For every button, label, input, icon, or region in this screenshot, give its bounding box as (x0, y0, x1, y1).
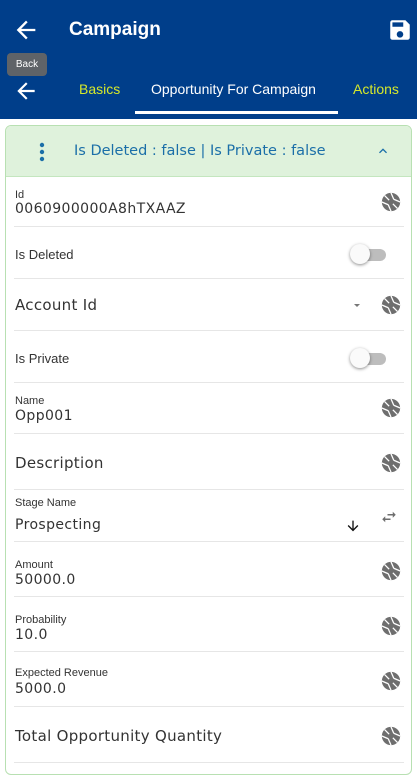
field-name-label: Name (15, 395, 45, 407)
is-private-toggle[interactable] (350, 347, 390, 369)
more-vert-icon[interactable] (38, 142, 46, 162)
field-is-deleted: Is Deleted (14, 227, 404, 279)
field-stage-name[interactable]: Stage Name Prospecting (14, 490, 404, 542)
tab-actions[interactable]: Actions (353, 81, 399, 97)
arrow-down-icon[interactable] (345, 518, 361, 534)
chevron-up-icon[interactable] (374, 143, 392, 159)
back-tooltip: Back (7, 53, 47, 76)
aperture-icon[interactable] (380, 397, 402, 419)
caret-down-icon[interactable] (352, 303, 362, 309)
tab-bar: Basics Opportunity For Campaign Actions (0, 62, 417, 119)
field-stage-name-label: Stage Name (15, 497, 77, 509)
aperture-icon[interactable] (380, 670, 402, 692)
field-name-value: Opp001 (15, 408, 73, 424)
field-id[interactable]: Id 0060900000A8hTXAAZ (14, 178, 404, 227)
field-stage-name-value: Prospecting (15, 517, 102, 533)
card-header[interactable]: Is Deleted : false | Is Private : false (6, 126, 411, 177)
aperture-icon[interactable] (380, 452, 402, 474)
toggle-knob (350, 244, 370, 264)
field-total-opportunity-quantity-label: Total Opportunity Quantity (15, 727, 223, 745)
field-is-private: Is Private (14, 331, 404, 383)
field-account-id[interactable]: Account Id (14, 279, 404, 331)
field-is-private-label: Is Private (15, 351, 70, 366)
tab-opportunity-for-campaign[interactable]: Opportunity For Campaign (151, 81, 316, 97)
aperture-icon[interactable] (380, 191, 402, 213)
toggle-knob (350, 348, 370, 368)
aperture-icon[interactable] (380, 725, 402, 747)
field-probability-value: 10.0 (15, 627, 48, 643)
field-probability[interactable]: Probability 10.0 (14, 597, 404, 652)
active-tab-indicator (135, 111, 338, 114)
field-amount-label: Amount (15, 559, 53, 571)
save-icon[interactable] (387, 17, 413, 43)
field-amount[interactable]: Amount 50000.0 (14, 542, 404, 597)
field-description[interactable]: Description (14, 434, 404, 490)
field-account-id-label: Account Id (15, 296, 98, 314)
field-is-deleted-label: Is Deleted (15, 247, 74, 262)
back-arrow-icon[interactable] (12, 16, 40, 44)
field-total-opportunity-quantity[interactable]: Total Opportunity Quantity (14, 707, 404, 763)
tab-basics[interactable]: Basics (79, 81, 120, 97)
app-bar: Campaign (0, 0, 417, 62)
is-deleted-toggle[interactable] (350, 243, 390, 265)
field-name[interactable]: Name Opp001 (14, 383, 404, 434)
card-summary: Is Deleted : false | Is Private : false (74, 143, 326, 159)
swap-horizontal-icon[interactable] (378, 508, 400, 526)
field-id-label: Id (15, 189, 25, 201)
field-expected-revenue-value: 5000.0 (15, 681, 67, 697)
page-title: Campaign (69, 19, 161, 40)
field-expected-revenue[interactable]: Expected Revenue 5000.0 (14, 652, 404, 707)
field-description-label: Description (15, 454, 104, 472)
field-amount-value: 50000.0 (15, 572, 76, 588)
field-expected-revenue-label: Expected Revenue (15, 667, 108, 679)
field-id-value: 0060900000A8hTXAAZ (15, 201, 186, 217)
tab-back-arrow-icon[interactable] (12, 78, 40, 104)
opportunity-card: Is Deleted : false | Is Private : false … (5, 125, 412, 775)
aperture-icon[interactable] (380, 560, 402, 582)
field-probability-label: Probability (15, 614, 67, 626)
aperture-icon[interactable] (380, 615, 402, 637)
aperture-icon[interactable] (380, 294, 402, 316)
